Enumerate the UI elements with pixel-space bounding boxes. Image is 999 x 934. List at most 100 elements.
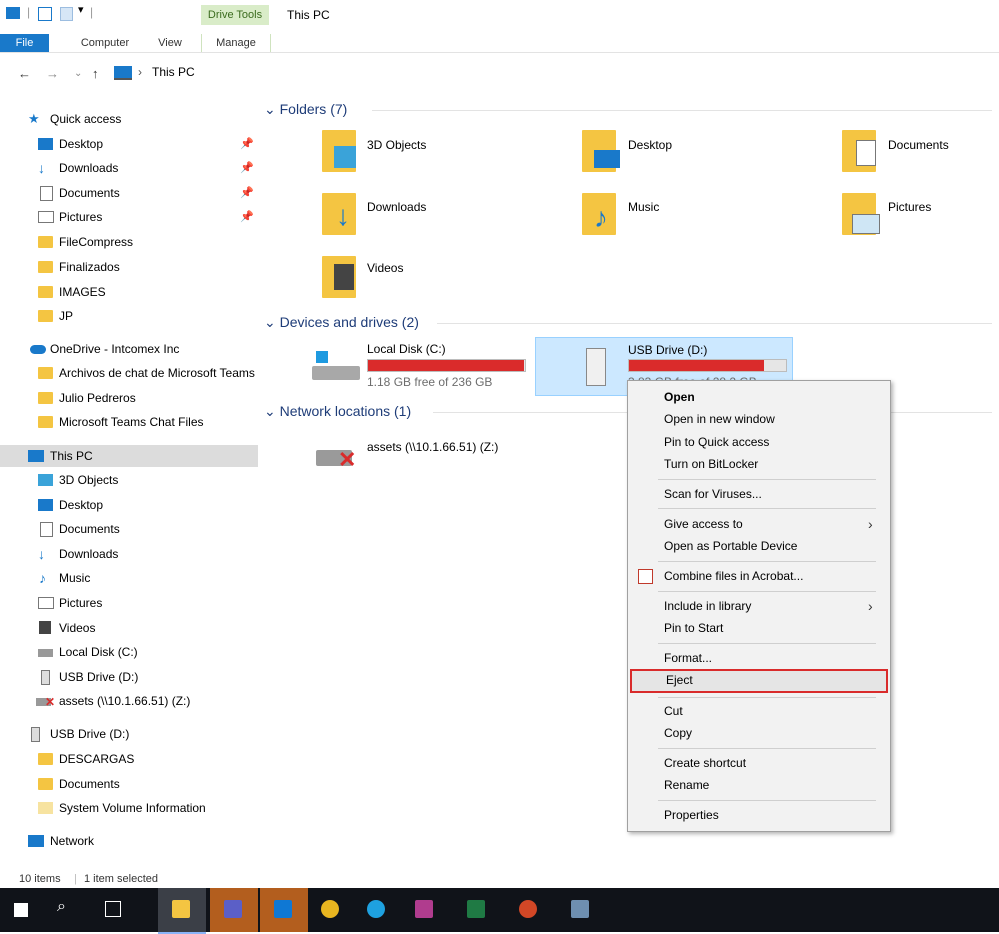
sidebar-item-documents[interactable]: Documents 📌: [0, 182, 258, 204]
desktop-icon: [38, 138, 53, 150]
menu-separator: [658, 643, 876, 644]
usb-drive-icon: [41, 670, 50, 685]
start-button[interactable]: [0, 888, 40, 932]
menu-item-include-library[interactable]: Include in library ›: [628, 595, 890, 617]
sidebar-item-finalizados[interactable]: Finalizados: [0, 256, 258, 278]
sidebar-this-pc[interactable]: This PC: [0, 445, 258, 467]
chrome-icon: [321, 900, 339, 918]
computer-icon[interactable]: [6, 7, 20, 19]
back-arrow-icon[interactable]: ←: [18, 66, 31, 81]
sidebar-item-filecompress[interactable]: FileCompress: [0, 231, 258, 253]
outlook-icon: [274, 900, 292, 918]
star-icon: ★: [28, 111, 40, 126]
calculator-icon: [571, 900, 589, 918]
menu-item-copy[interactable]: Copy: [628, 722, 890, 744]
menu-item-pin-start[interactable]: Pin to Start: [628, 617, 890, 639]
cube-icon: [334, 146, 356, 168]
sidebar-item-desktop-pc[interactable]: Desktop: [0, 494, 258, 516]
forward-arrow-icon[interactable]: →: [46, 66, 59, 81]
sidebar-item-jp[interactable]: JP: [0, 305, 258, 327]
chevron-down-icon: ⌄: [264, 101, 276, 117]
sidebar-item-desktop[interactable]: Desktop 📌: [0, 133, 258, 155]
download-arrow-icon: ↓: [38, 546, 45, 562]
folder-icon: [38, 367, 53, 379]
section-folders[interactable]: ⌄ Folders (7): [264, 99, 347, 119]
sidebar-item-julio-pedreros[interactable]: Julio Pedreros: [0, 387, 258, 409]
dropdown-icon[interactable]: ⌄: [74, 68, 82, 79]
tab-view[interactable]: View: [150, 34, 190, 52]
sidebar-usb[interactable]: USB Drive (D:): [0, 723, 258, 745]
sidebar-item-pictures-pc[interactable]: Pictures: [0, 592, 258, 614]
hard-drive-icon: [312, 366, 360, 380]
menu-item-open-new-window[interactable]: Open in new window: [628, 408, 890, 430]
sidebar-network[interactable]: Network: [0, 830, 258, 852]
acrobat-icon: [638, 569, 653, 584]
skype-icon: [367, 900, 385, 918]
menu-item-combine-acrobat[interactable]: Combine files in Acrobat...: [628, 565, 890, 587]
sidebar-item-pictures[interactable]: Pictures 📌: [0, 206, 258, 228]
sidebar-item-system-volume[interactable]: System Volume Information: [0, 797, 258, 819]
task-view-button[interactable]: [92, 888, 132, 932]
tab-file[interactable]: File: [0, 34, 49, 52]
sidebar-item-usb-drive[interactable]: USB Drive (D:): [0, 666, 258, 688]
menu-item-eject[interactable]: Eject: [630, 669, 888, 693]
taskbar-calculator[interactable]: [560, 888, 600, 932]
properties-icon[interactable]: [38, 7, 52, 21]
document-icon: [40, 522, 53, 537]
folder-icon: [38, 753, 53, 765]
sidebar-item-local-disk[interactable]: Local Disk (C:): [0, 641, 258, 663]
menu-item-rename[interactable]: Rename: [628, 774, 890, 796]
sidebar-item-downloads-pc[interactable]: ↓ Downloads: [0, 543, 258, 565]
menu-item-cut[interactable]: Cut: [628, 700, 890, 722]
menu-item-bitlocker[interactable]: Turn on BitLocker: [628, 453, 890, 475]
menu-item-pin-quick-access[interactable]: Pin to Quick access: [628, 431, 890, 453]
sidebar-item-assets[interactable]: ✕ assets (\\10.1.66.51) (Z:): [0, 690, 258, 712]
sidebar-item-music[interactable]: ♪ Music: [0, 567, 258, 589]
sidebar-item-downloads[interactable]: ↓ Downloads 📌: [0, 157, 258, 179]
search-button[interactable]: ⌕: [44, 888, 84, 932]
folder-icon: [38, 236, 53, 248]
sidebar-item-images[interactable]: IMAGES: [0, 281, 258, 303]
menu-separator: [658, 697, 876, 698]
sidebar-item-teams-chat-files[interactable]: Microsoft Teams Chat Files: [0, 411, 258, 433]
taskbar-skype[interactable]: [356, 888, 396, 932]
menu-item-format[interactable]: Format...: [628, 647, 890, 669]
breadcrumb-this-pc[interactable]: This PC: [152, 65, 195, 79]
taskbar-excel[interactable]: [456, 888, 496, 932]
taskbar-file-explorer[interactable]: [158, 888, 206, 934]
taskbar-powerpoint[interactable]: [508, 888, 548, 932]
up-arrow-icon[interactable]: ↑: [92, 66, 99, 81]
file-explorer-icon: [172, 900, 190, 918]
tab-manage[interactable]: Manage: [201, 34, 271, 52]
menu-item-open[interactable]: Open: [628, 386, 890, 408]
menu-item-portable-device[interactable]: Open as Portable Device: [628, 535, 890, 557]
sidebar-item-videos[interactable]: Videos: [0, 617, 258, 639]
sidebar-quick-access[interactable]: ★ Quick access: [0, 108, 258, 130]
tab-computer[interactable]: Computer: [70, 34, 140, 52]
menu-item-create-shortcut[interactable]: Create shortcut: [628, 752, 890, 774]
cube-icon: [38, 474, 53, 486]
section-devices[interactable]: ⌄ Devices and drives (2): [264, 312, 419, 332]
menu-item-properties[interactable]: Properties: [628, 804, 890, 826]
sidebar-item-documents-usb[interactable]: Documents: [0, 773, 258, 795]
menu-item-give-access[interactable]: Give access to ›: [628, 513, 890, 535]
section-network[interactable]: ⌄ Network locations (1): [264, 401, 411, 421]
new-folder-icon[interactable]: [60, 7, 73, 21]
sidebar-item-descargas[interactable]: DESCARGAS: [0, 748, 258, 770]
folder-icon: [38, 802, 53, 814]
menu-item-scan-viruses[interactable]: Scan for Viruses...: [628, 483, 890, 505]
sidebar-onedrive[interactable]: OneDrive - Intcomex Inc: [0, 338, 258, 360]
taskbar-outlook[interactable]: [260, 888, 308, 932]
sidebar-item-documents-pc[interactable]: Documents: [0, 518, 258, 540]
chevron-down-icon: ⌄: [264, 403, 276, 419]
taskbar-chrome[interactable]: [310, 888, 350, 932]
red-x-icon: ✕: [45, 695, 56, 709]
status-divider: |: [74, 873, 77, 885]
taskbar-snipping-tool[interactable]: [404, 888, 444, 932]
hard-drive-icon: [38, 649, 53, 657]
sidebar-item-archivos-teams[interactable]: Archivos de chat de Microsoft Teams: [0, 362, 258, 384]
pin-icon: 📌: [240, 162, 254, 174]
taskbar-teams[interactable]: [210, 888, 258, 932]
qat-dropdown-icon[interactable]: ▾: [78, 3, 84, 16]
sidebar-item-3d-objects[interactable]: 3D Objects: [0, 469, 258, 491]
